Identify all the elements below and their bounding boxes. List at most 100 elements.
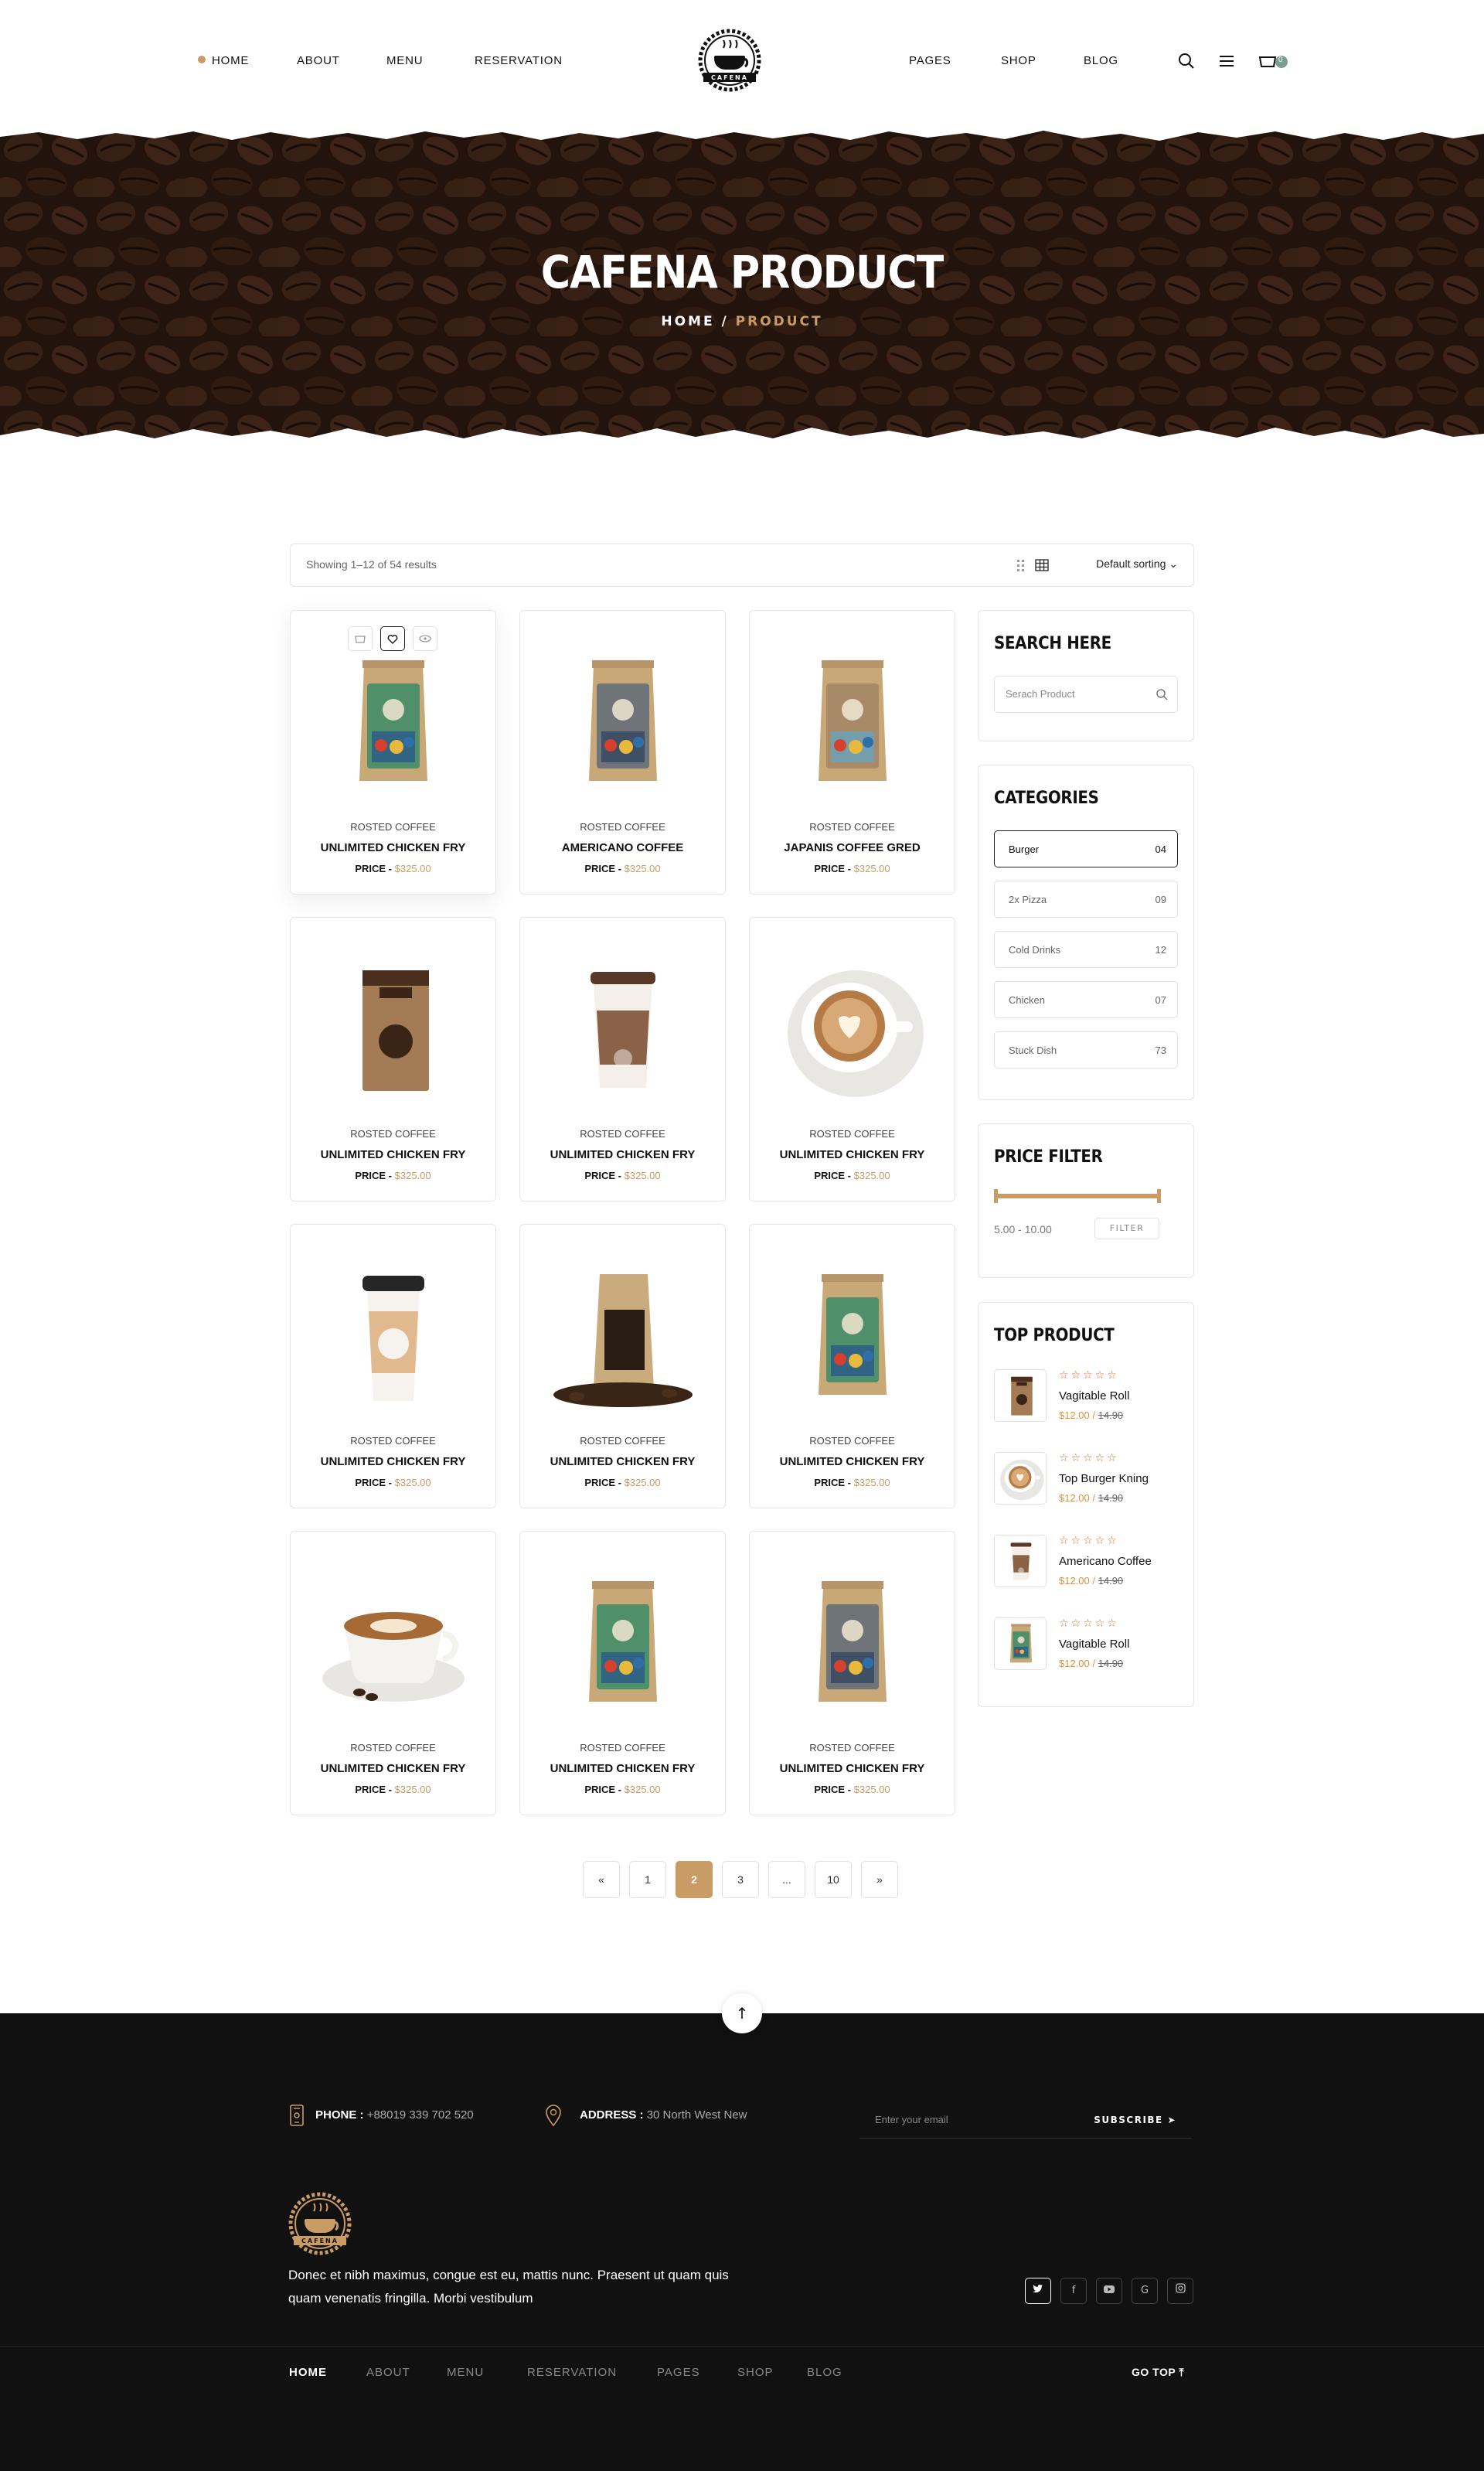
top-product-item[interactable]: ☆☆☆☆☆ Americano Coffee $12.00 / 14.90 <box>994 1535 1179 1595</box>
nav-home[interactable]: HOME <box>198 54 249 67</box>
product-image[interactable] <box>316 956 471 1103</box>
price-range-slider[interactable] <box>994 1189 1161 1203</box>
quick-view-eye-icon[interactable] <box>413 626 437 651</box>
top-product-name[interactable]: Vagitable Roll <box>1059 1389 1129 1403</box>
filter-button[interactable]: FILTER <box>1094 1218 1159 1239</box>
page-button[interactable]: 2 <box>676 1861 713 1898</box>
go-top-link[interactable]: GO TOP ⤒ <box>1132 2366 1184 2379</box>
product-card[interactable]: ROSTED COFFEE UNLIMITED CHICKEN FRY PRIC… <box>749 1224 955 1508</box>
product-name[interactable]: UNLIMITED CHICKEN FRY <box>520 1762 725 1775</box>
category-item[interactable]: 2x Pizza 09 <box>994 881 1178 918</box>
top-product-thumb[interactable] <box>994 1369 1047 1422</box>
product-image[interactable] <box>316 649 471 796</box>
product-name[interactable]: UNLIMITED CHICKEN FRY <box>291 841 495 854</box>
product-name[interactable]: UNLIMITED CHICKEN FRY <box>291 1762 495 1775</box>
footer-nav-menu[interactable]: MENU <box>447 2366 484 2379</box>
product-name[interactable]: AMERICANO COFFEE <box>520 841 725 854</box>
product-card[interactable]: ROSTED COFFEE UNLIMITED CHICKEN FRY PRIC… <box>290 610 496 895</box>
category-item[interactable]: Stuck Dish 73 <box>994 1031 1178 1068</box>
wishlist-heart-icon[interactable] <box>380 626 405 651</box>
slider-handle-max[interactable] <box>1157 1189 1161 1203</box>
product-image[interactable] <box>775 649 930 796</box>
nav-about[interactable]: ABOUT <box>297 54 340 67</box>
nav-menu[interactable]: MENU <box>386 54 423 67</box>
product-image[interactable] <box>546 956 700 1103</box>
slider-handle-min[interactable] <box>994 1189 998 1203</box>
footer-nav-home[interactable]: HOME <box>289 2366 327 2379</box>
top-product-item[interactable]: ☆☆☆☆☆ Top Burger Kning $12.00 / 14.90 <box>994 1452 1179 1512</box>
product-image[interactable] <box>775 1570 930 1717</box>
site-logo[interactable]: CAFENA <box>693 28 767 93</box>
product-name[interactable]: UNLIMITED CHICKEN FRY <box>750 1148 955 1161</box>
top-product-name[interactable]: Americano Coffee <box>1059 1555 1152 1568</box>
cart-icon[interactable]: 0 <box>1258 53 1289 73</box>
facebook-icon[interactable]: f <box>1060 2278 1087 2304</box>
product-name[interactable]: UNLIMITED CHICKEN FRY <box>750 1762 955 1775</box>
search-icon[interactable] <box>1178 53 1195 73</box>
top-product-thumb[interactable] <box>994 1452 1047 1505</box>
breadcrumb-home[interactable]: HOME <box>661 314 714 329</box>
search-icon[interactable] <box>1156 688 1168 704</box>
youtube-icon[interactable] <box>1096 2278 1122 2304</box>
list-view-icon[interactable] <box>1016 558 1026 575</box>
nav-blog[interactable]: BLOG <box>1084 54 1118 67</box>
top-product-name[interactable]: Top Burger Kning <box>1059 1472 1149 1485</box>
product-card[interactable]: ROSTED COFFEE UNLIMITED CHICKEN FRY PRIC… <box>290 917 496 1201</box>
product-name[interactable]: JAPANIS COFFEE GRED <box>750 841 955 854</box>
footer-logo[interactable]: CAFENA <box>283 2191 357 2256</box>
product-card[interactable]: ROSTED COFFEE UNLIMITED CHICKEN FRY PRIC… <box>290 1531 496 1815</box>
product-card[interactable]: ROSTED COFFEE UNLIMITED CHICKEN FRY PRIC… <box>519 917 726 1201</box>
product-card[interactable]: ROSTED COFFEE AMERICANO COFFEE PRICE - $… <box>519 610 726 895</box>
add-to-cart-icon[interactable] <box>348 626 373 651</box>
top-product-item[interactable]: ☆☆☆☆☆ Vagitable Roll $12.00 / 14.90 <box>994 1369 1179 1430</box>
product-image[interactable] <box>546 649 700 796</box>
twitter-icon[interactable] <box>1025 2278 1051 2304</box>
sort-select[interactable]: Default sorting ⌄ <box>1096 557 1178 571</box>
footer-nav-pages[interactable]: PAGES <box>657 2366 700 2379</box>
product-image[interactable] <box>546 1263 700 1410</box>
product-image[interactable] <box>546 1570 700 1717</box>
product-card[interactable]: ROSTED COFFEE UNLIMITED CHICKEN FRY PRIC… <box>290 1224 496 1508</box>
product-card[interactable]: ROSTED COFFEE JAPANIS COFFEE GRED PRICE … <box>749 610 955 895</box>
page-button[interactable]: 3 <box>722 1861 759 1898</box>
page-button[interactable]: 1 <box>629 1861 666 1898</box>
product-card[interactable]: ROSTED COFFEE UNLIMITED CHICKEN FRY PRIC… <box>519 1224 726 1508</box>
category-item[interactable]: Burger 04 <box>994 830 1178 867</box>
subscribe-button[interactable]: SUBSCRIBE ➤ <box>1094 2115 1176 2125</box>
product-name[interactable]: UNLIMITED CHICKEN FRY <box>291 1455 495 1468</box>
footer-nav-about[interactable]: ABOUT <box>366 2366 410 2379</box>
product-image[interactable] <box>775 1263 930 1410</box>
scroll-top-button[interactable]: ↑ <box>722 1993 762 2033</box>
product-image[interactable] <box>316 1570 471 1717</box>
category-item[interactable]: Cold Drinks 12 <box>994 931 1178 968</box>
top-product-thumb[interactable] <box>994 1535 1047 1587</box>
product-name[interactable]: UNLIMITED CHICKEN FRY <box>520 1148 725 1161</box>
footer-nav-reservation[interactable]: RESERVATION <box>527 2366 617 2379</box>
page-next-button[interactable]: » <box>861 1861 898 1898</box>
page-prev-button[interactable]: « <box>583 1861 620 1898</box>
product-card[interactable]: ROSTED COFFEE UNLIMITED CHICKEN FRY PRIC… <box>749 917 955 1201</box>
top-product-thumb[interactable] <box>994 1617 1047 1670</box>
nav-shop[interactable]: SHOP <box>1001 54 1036 67</box>
product-image[interactable] <box>316 1263 471 1410</box>
product-name[interactable]: UNLIMITED CHICKEN FRY <box>750 1455 955 1468</box>
grid-view-icon[interactable] <box>1035 559 1049 574</box>
product-image[interactable] <box>775 956 930 1103</box>
product-name[interactable]: UNLIMITED CHICKEN FRY <box>520 1455 725 1468</box>
instagram-icon[interactable] <box>1167 2278 1193 2304</box>
product-card[interactable]: ROSTED COFFEE UNLIMITED CHICKEN FRY PRIC… <box>519 1531 726 1815</box>
menu-icon[interactable] <box>1218 53 1235 73</box>
nav-pages[interactable]: PAGES <box>909 54 951 67</box>
product-name[interactable]: UNLIMITED CHICKEN FRY <box>291 1148 495 1161</box>
page-button[interactable]: 10 <box>815 1861 852 1898</box>
top-product-item[interactable]: ☆☆☆☆☆ Vagitable Roll $12.00 / 14.90 <box>994 1617 1179 1678</box>
top-product-name[interactable]: Vagitable Roll <box>1059 1638 1129 1651</box>
email-input[interactable] <box>875 2114 1076 2125</box>
search-input[interactable] <box>1006 688 1145 700</box>
footer-nav-shop[interactable]: SHOP <box>737 2366 774 2379</box>
category-item[interactable]: Chicken 07 <box>994 981 1178 1018</box>
product-card[interactable]: ROSTED COFFEE UNLIMITED CHICKEN FRY PRIC… <box>749 1531 955 1815</box>
google-icon[interactable]: G <box>1132 2278 1158 2304</box>
footer-nav-blog[interactable]: BLOG <box>807 2366 842 2379</box>
nav-reservation[interactable]: RESERVATION <box>475 54 563 67</box>
